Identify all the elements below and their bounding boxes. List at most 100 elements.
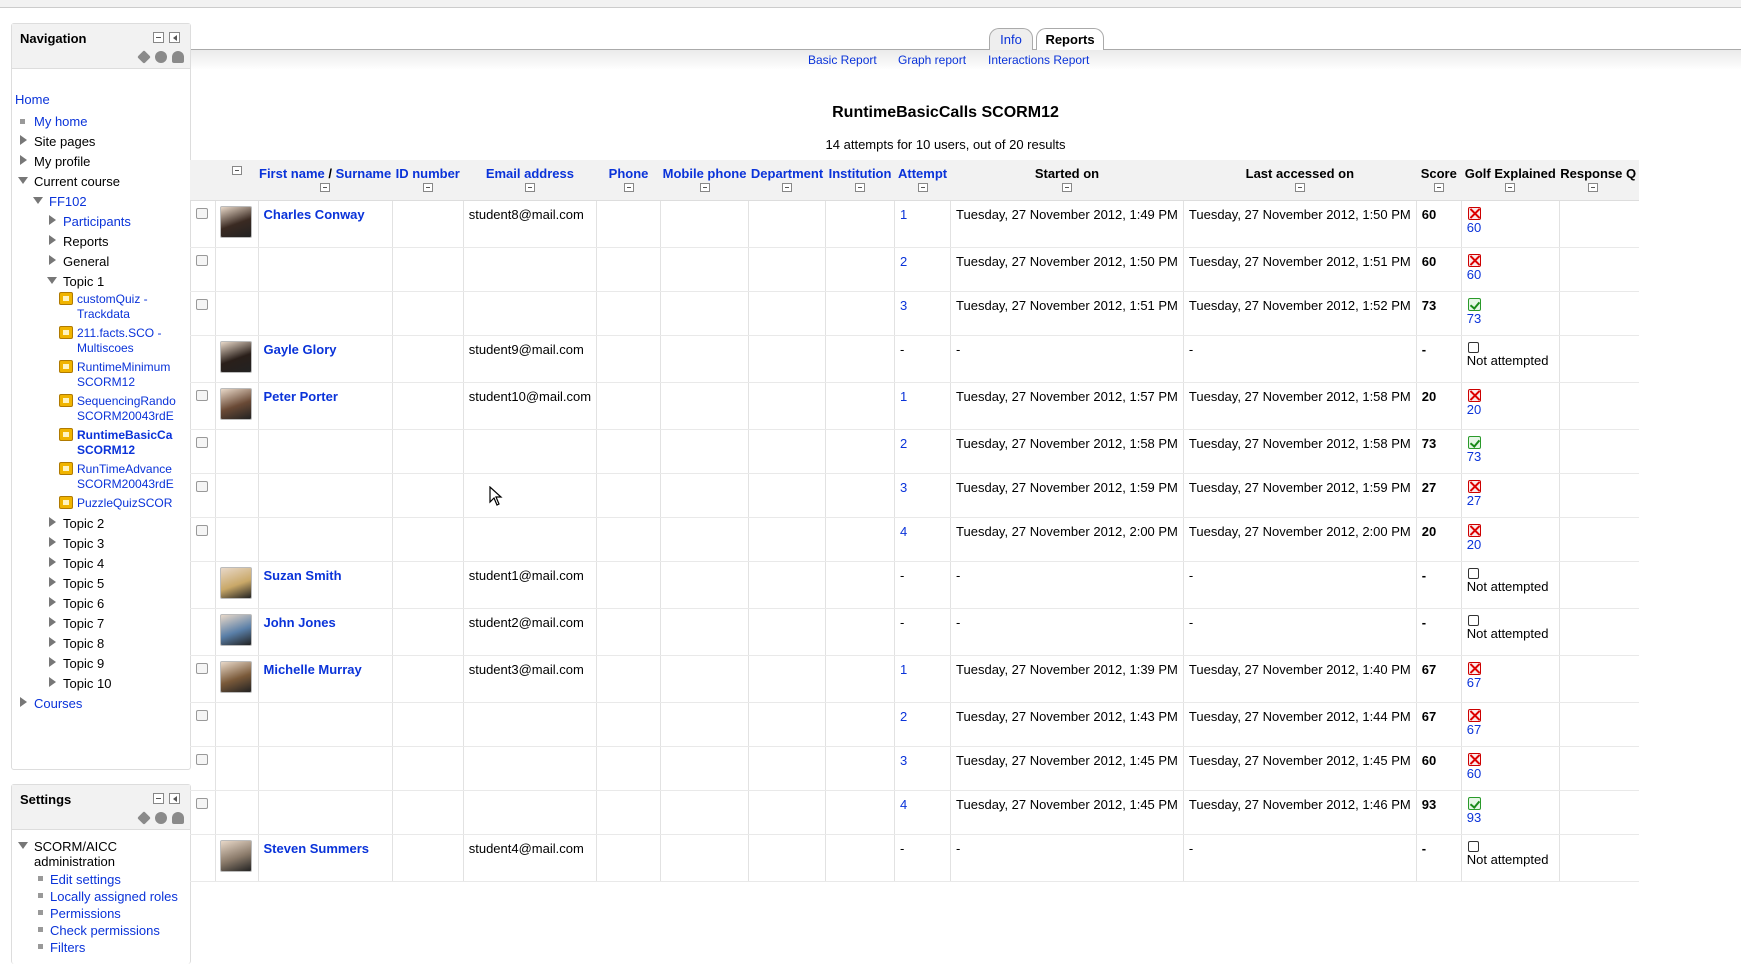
user-name-link[interactable]: Charles Conway [264,207,365,222]
row-checkbox[interactable] [196,524,208,536]
nav-topic-8[interactable]: Topic 8 [63,636,104,651]
move-icon[interactable] [137,50,151,64]
collapse-column-icon[interactable] [1588,183,1599,192]
golf-result[interactable]: 27 [1467,493,1481,508]
attempt-link[interactable]: 4 [900,524,907,539]
row-checkbox[interactable] [196,797,208,809]
settings-locally-assigned-roles[interactable]: Locally assigned roles [50,889,178,904]
user-name-link[interactable]: Gayle Glory [264,342,337,357]
sort-department[interactable]: Department [751,166,823,181]
attempt-link[interactable]: 2 [900,436,907,451]
golf-result[interactable]: 20 [1467,402,1481,417]
row-checkbox[interactable] [196,662,208,674]
attempt-link[interactable]: 2 [900,709,907,724]
collapse-column-icon[interactable] [422,183,433,192]
user-avatar[interactable] [219,566,252,599]
subtab-interactions-report[interactable]: Interactions Report [988,53,1089,67]
expand-icon[interactable] [49,557,56,567]
golf-result[interactable]: 67 [1467,675,1481,690]
nav-topic-2[interactable]: Topic 2 [63,516,104,531]
nav-topic-6[interactable]: Topic 6 [63,596,104,611]
nav-topic-7[interactable]: Topic 7 [63,616,104,631]
row-checkbox[interactable] [196,436,208,448]
nav-activity-runtime-advance[interactable]: RunTimeAdvance SCORM20043rdE [77,462,180,492]
row-checkbox[interactable] [196,389,208,401]
collapse-icon[interactable] [47,277,57,284]
move-icon[interactable] [137,811,151,825]
nav-reports[interactable]: Reports [63,234,109,249]
nav-activity-customquiz[interactable]: customQuiz - Trackdata [77,292,148,322]
collapse-column-icon[interactable] [699,183,710,192]
golf-result[interactable]: 20 [1467,537,1481,552]
dock-icon[interactable] [169,32,180,43]
subtab-basic-report[interactable]: Basic Report [808,53,877,67]
expand-icon[interactable] [49,677,56,687]
expand-icon[interactable] [49,617,56,627]
nav-course-ff102[interactable]: FF102 [49,194,87,209]
sort-attempt[interactable]: Attempt [898,166,947,181]
collapse-column-icon[interactable] [524,183,535,192]
subtab-graph-report[interactable]: Graph report [898,53,966,67]
collapse-column-icon[interactable] [1505,183,1516,192]
golf-result[interactable]: 60 [1467,220,1481,235]
settings-edit-settings[interactable]: Edit settings [50,872,121,887]
sort-id-number[interactable]: ID number [396,166,460,181]
nav-topic-5[interactable]: Topic 5 [63,576,104,591]
settings-section-scorm[interactable]: SCORM/AICC administration [34,839,117,869]
user-avatar[interactable] [219,660,252,693]
nav-topic-1[interactable]: Topic 1 [63,274,104,289]
nav-activity-sequencing[interactable]: SequencingRando SCORM20043rdE [77,394,180,424]
user-avatar[interactable] [219,839,252,872]
assign-roles-icon[interactable] [172,51,184,63]
nav-activity-runtime-minimum[interactable]: RuntimeMinimum SCORM12 [77,360,170,390]
nav-current-course[interactable]: Current course [34,174,120,189]
assign-roles-icon[interactable] [172,812,184,824]
user-name-link[interactable]: Steven Summers [264,841,370,856]
expand-icon[interactable] [49,255,56,265]
collapse-icon[interactable] [33,197,43,204]
expand-icon[interactable] [20,155,27,165]
expand-icon[interactable] [49,597,56,607]
golf-result[interactable]: 60 [1467,267,1481,282]
attempt-link[interactable]: 1 [900,662,907,677]
nav-courses[interactable]: Courses [34,696,82,711]
gear-icon[interactable] [155,51,167,63]
nav-my-profile[interactable]: My profile [34,154,90,169]
user-avatar[interactable] [219,340,252,373]
user-name-link[interactable]: Michelle Murray [264,662,362,677]
collapse-icon[interactable] [18,177,28,184]
tab-reports[interactable]: Reports [1036,28,1104,51]
expand-icon[interactable] [49,537,56,547]
attempt-link[interactable]: 3 [900,298,907,313]
collapse-column-icon[interactable] [917,183,928,192]
expand-icon[interactable] [49,517,56,527]
user-avatar[interactable] [219,387,252,420]
nav-activity-puzzle-quiz[interactable]: PuzzleQuizSCOR [77,496,180,511]
expand-icon[interactable] [49,657,56,667]
settings-permissions[interactable]: Permissions [50,906,121,921]
nav-topic-4[interactable]: Topic 4 [63,556,104,571]
collapse-column-icon[interactable] [1061,183,1072,192]
sort-surname[interactable]: Surname [336,166,392,181]
sort-first-name[interactable]: First name [259,166,325,181]
attempt-link[interactable]: 2 [900,254,907,269]
row-checkbox[interactable] [196,298,208,310]
user-name-link[interactable]: John Jones [264,615,336,630]
row-checkbox[interactable] [196,753,208,765]
expand-icon[interactable] [49,235,56,245]
sort-mobile[interactable]: Mobile phone [663,166,747,181]
golf-result[interactable]: 73 [1467,449,1481,464]
golf-result[interactable]: 60 [1467,766,1481,781]
attempt-link[interactable]: 3 [900,753,907,768]
attempt-link[interactable]: 1 [900,389,907,404]
expand-icon[interactable] [49,577,56,587]
nav-activity-facts-sco[interactable]: 211.facts.SCO - Multiscoes [77,326,161,356]
expand-icon[interactable] [49,215,56,225]
collapse-column-icon[interactable] [855,183,866,192]
sort-email[interactable]: Email address [486,166,574,181]
expand-icon[interactable] [49,637,56,647]
attempt-link[interactable]: 4 [900,797,907,812]
row-checkbox[interactable] [196,207,208,219]
collapse-column-icon[interactable] [623,183,634,192]
minimize-icon[interactable] [153,793,164,804]
